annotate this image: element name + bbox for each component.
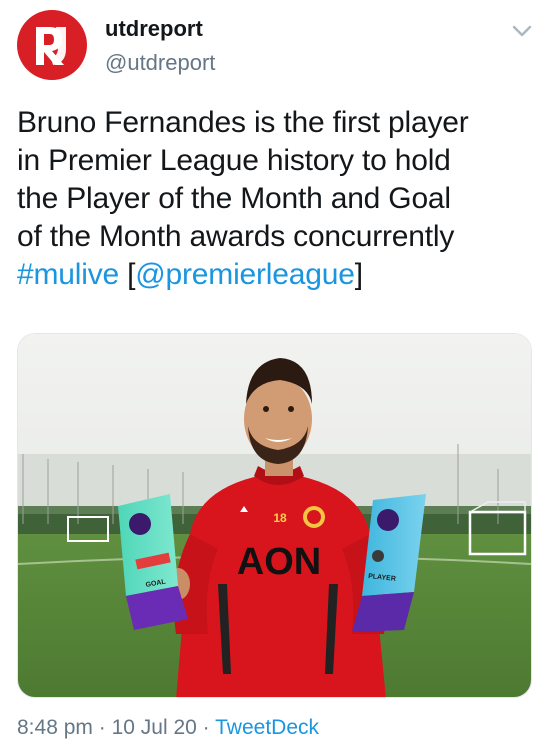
user-handle[interactable]: @utdreport	[105, 50, 215, 76]
tweet-media[interactable]: AON 18 GOAL PLAYER	[17, 333, 532, 698]
tweet-date[interactable]: 10 Jul 20	[112, 716, 197, 739]
tweet-text: Bruno Fernandes is the first player in P…	[17, 104, 537, 294]
tweet-text-line: in Premier League history to hold	[17, 144, 451, 177]
bracket-close: ]	[354, 258, 363, 291]
tweet-text-line: of the Month awards concurrently	[17, 220, 455, 253]
tweet: utdreport @utdreport Bruno Fernandes is …	[0, 0, 547, 750]
hashtag-link[interactable]: #mulive	[17, 258, 119, 291]
utdreport-logo-icon	[36, 27, 66, 65]
meta-separator: ·	[202, 716, 210, 739]
tweet-text-line: Bruno Fernandes is the first player	[17, 106, 469, 139]
tweet-time[interactable]: 8:48 pm	[17, 716, 93, 739]
meta-separator: ·	[98, 716, 106, 739]
jersey-number: 18	[273, 511, 287, 525]
avatar[interactable]	[17, 10, 87, 80]
chevron-down-icon[interactable]	[511, 22, 533, 40]
jersey-sponsor: AON	[237, 541, 321, 583]
user-name[interactable]: utdreport	[105, 16, 203, 42]
tweet-text-line-links: #mulive [@premierleague]	[17, 256, 537, 294]
tweet-meta: 8:48 pm · 10 Jul 20 · TweetDeck	[17, 716, 319, 740]
tweet-source-link[interactable]: TweetDeck	[215, 716, 319, 739]
player-award-photo: AON 18 GOAL PLAYER	[18, 334, 531, 697]
mention-link[interactable]: @premierleague	[135, 258, 355, 291]
tweet-text-line: the Player of the Month and Goal	[17, 182, 451, 215]
